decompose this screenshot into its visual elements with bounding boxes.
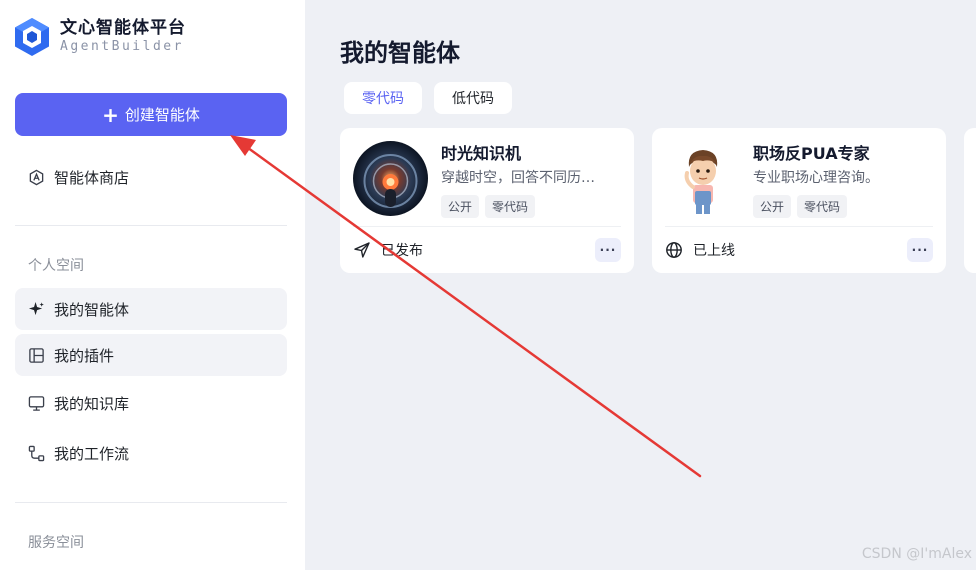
agent-status-label: 已上线 — [693, 243, 735, 259]
more-options-button[interactable]: ··· — [907, 238, 933, 262]
plugin-icon — [29, 347, 44, 363]
brand-subtitle: AgentBuilder — [60, 39, 184, 54]
sidebar-item-agent-store[interactable]: 智能体商店 — [15, 156, 287, 198]
sidebar-item-label: 我的工作流 — [54, 444, 130, 463]
sidebar-divider — [15, 502, 287, 503]
agent-name: 时光知识机 — [441, 144, 522, 163]
agent-tags: 公开 零代码 — [753, 195, 848, 218]
tag-zero-code: 零代码 — [797, 195, 848, 218]
agent-card-partial[interactable] — [964, 128, 976, 273]
send-icon — [354, 242, 370, 258]
card-divider — [353, 226, 621, 227]
agentbuilder-logo-icon — [15, 18, 49, 56]
agent-avatar — [665, 141, 740, 216]
sparkle-icon — [28, 301, 44, 315]
tab-low-code[interactable]: 低代码 — [434, 82, 512, 114]
sidebar-item-my-workflows[interactable]: 我的工作流 — [15, 432, 287, 474]
more-icon: ··· — [599, 243, 617, 257]
brand-title: 文心智能体平台 — [60, 18, 186, 38]
tab-label: 零代码 — [362, 91, 404, 107]
sidebar-item-label: 智能体商店 — [54, 168, 130, 187]
agent-description: 穿越时空，回答不同历… — [441, 170, 595, 186]
workflow-icon — [28, 445, 45, 461]
agent-status: 已发布 — [353, 240, 423, 260]
section-label-personal: 个人空间 — [28, 258, 84, 274]
agent-card[interactable]: 时光知识机 穿越时空，回答不同历… 公开 零代码 已发布 ··· — [340, 128, 634, 273]
create-agent-label: 创建智能体 — [124, 106, 200, 124]
sidebar-item-my-agents[interactable]: 我的智能体 — [15, 288, 287, 330]
card-divider — [665, 226, 933, 227]
more-icon: ··· — [911, 243, 929, 257]
sidebar-item-label: 我的知识库 — [54, 394, 130, 413]
page-title: 我的智能体 — [340, 39, 460, 67]
agent-name: 职场反PUA专家 — [753, 144, 870, 163]
tag-public: 公开 — [753, 195, 792, 218]
section-label-service: 服务空间 — [28, 535, 84, 551]
sidebar-item-my-knowledge[interactable]: 我的知识库 — [15, 382, 287, 424]
sidebar-divider — [15, 225, 287, 226]
create-agent-button[interactable]: + 创建智能体 — [15, 93, 287, 136]
tab-label: 低代码 — [452, 91, 494, 107]
plus-icon: + — [102, 102, 119, 127]
brand[interactable]: 文心智能体平台 AgentBuilder — [14, 17, 186, 57]
sidebar-item-label: 我的智能体 — [54, 300, 130, 319]
sidebar-item-label: 我的插件 — [54, 346, 115, 365]
agent-avatar — [353, 141, 428, 216]
agent-status: 已上线 — [665, 240, 735, 260]
agent-status-label: 已发布 — [381, 243, 423, 259]
sidebar-item-my-plugins[interactable]: 我的插件 — [15, 334, 287, 376]
more-options-button[interactable]: ··· — [595, 238, 621, 262]
globe-icon — [666, 242, 682, 258]
agent-card[interactable]: 职场反PUA专家 专业职场心理咨询。 公开 零代码 已上线 ··· — [652, 128, 946, 273]
tag-zero-code: 零代码 — [485, 195, 536, 218]
monitor-icon — [28, 395, 45, 411]
tab-zero-code[interactable]: 零代码 — [344, 82, 422, 114]
tag-public: 公开 — [441, 195, 480, 218]
sidebar: 文心智能体平台 AgentBuilder + 创建智能体 智能体商店 个人空间 … — [0, 0, 305, 570]
store-icon — [29, 169, 44, 185]
agent-description: 专业职场心理咨询。 — [753, 170, 879, 186]
agent-tags: 公开 零代码 — [441, 195, 536, 218]
watermark: CSDN @I'mAlex — [861, 546, 972, 562]
